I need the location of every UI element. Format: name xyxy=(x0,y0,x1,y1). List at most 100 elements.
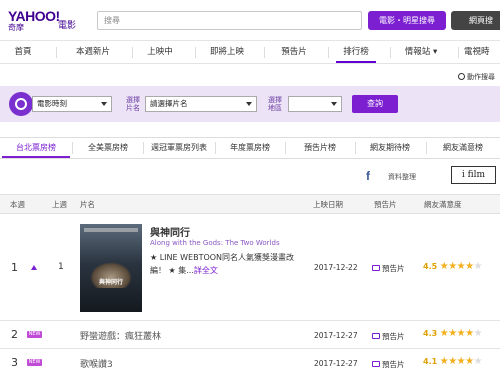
nav-divider xyxy=(328,47,329,58)
movie-label: 選擇 片名 xyxy=(126,96,140,112)
nav-divider xyxy=(195,47,196,58)
star-icon: ★ xyxy=(439,328,449,339)
trailer-link[interactable]: 預告片 xyxy=(372,331,405,342)
col-trailer: 預告片 xyxy=(374,200,397,209)
movie-select[interactable]: 請選擇片名 xyxy=(145,96,257,112)
rank: 1 xyxy=(11,261,18,274)
nav-now-showing[interactable]: 上映中 xyxy=(140,41,180,63)
tab-weekly-champions[interactable]: 週冠軍票房列表 xyxy=(144,138,214,158)
tab-annual-box-office[interactable]: 年度票房榜 xyxy=(216,138,284,158)
rating: 4.1 ★★★★★ xyxy=(423,356,483,367)
col-this-week: 本週 xyxy=(10,200,25,209)
star-icon: ★ xyxy=(448,356,457,367)
star-icon: ★ xyxy=(473,261,483,272)
movie-title[interactable]: 與神同行 xyxy=(150,224,190,239)
rank: 3 xyxy=(11,356,18,369)
search-input[interactable] xyxy=(98,12,361,29)
movie-poster[interactable]: 與神同行 xyxy=(80,224,142,312)
rating: 4.5 ★★★★★ xyxy=(423,261,483,272)
col-release-date: 上映日期 xyxy=(313,200,343,209)
rating: 4.3 ★★★★★ xyxy=(423,328,483,339)
arrow-up-icon xyxy=(31,265,37,270)
search-box xyxy=(97,11,362,30)
table-header: 本週 上週 片名 上映日期 預告片 網友滿意度 xyxy=(0,194,500,214)
star-icon: ★ xyxy=(448,261,457,272)
trailer-label: 預告片 xyxy=(382,360,405,369)
yahoo-logo[interactable]: YAHOO! 奇摩 電影 xyxy=(8,8,78,32)
chevron-down-icon xyxy=(246,102,252,106)
movie-english-title[interactable]: Along with the Gods: The Two Worlds xyxy=(150,239,280,247)
cinema-select-value: 電影時刻 xyxy=(37,99,67,108)
movie-title[interactable]: 歌喉讚3 xyxy=(80,357,113,370)
movie-select-value: 請選擇片名 xyxy=(150,99,188,108)
region-select[interactable] xyxy=(288,96,342,112)
read-more-link[interactable]: 詳全文 xyxy=(194,266,218,275)
star-icon: ★ xyxy=(465,261,474,272)
tab-trailer-chart[interactable]: 預告片榜 xyxy=(286,138,354,158)
star-icon: ★ xyxy=(473,328,483,339)
advanced-search-label: 動作搜尋 xyxy=(467,73,495,81)
trailer-link[interactable]: 預告片 xyxy=(372,359,405,370)
nav-coming-soon[interactable]: 即將上映 xyxy=(203,41,251,63)
query-button[interactable]: 查詢 xyxy=(352,95,398,113)
release-date: 2017-12-27 xyxy=(314,331,358,340)
nav-divider xyxy=(458,47,459,58)
rating-score: 4.3 xyxy=(423,329,438,338)
new-badge: NEW xyxy=(27,359,42,366)
star-icon: ★ xyxy=(465,328,474,339)
star-icon: ★ xyxy=(456,356,466,367)
chevron-down-icon: ▾ xyxy=(432,47,438,57)
nav-news[interactable]: 情報站 ▾ xyxy=(397,41,445,63)
col-title: 片名 xyxy=(80,200,95,209)
tab-most-anticipated[interactable]: 網友期待榜 xyxy=(356,138,424,158)
release-date: 2017-12-22 xyxy=(314,263,358,272)
tab-divider xyxy=(72,142,73,154)
page: YAHOO! 奇摩 電影 電影・明星搜尋 網頁搜 首頁 本週新片 上映中 即將上… xyxy=(0,0,500,379)
nav-divider xyxy=(56,47,57,58)
tab-us-box-office[interactable]: 全美票房榜 xyxy=(74,138,142,158)
magnifier-icon xyxy=(458,73,465,80)
nav-new-this-week[interactable]: 本週新片 xyxy=(66,41,120,63)
nav-trailers[interactable]: 預告片 xyxy=(274,41,314,63)
star-rating: ★★★★★ xyxy=(439,328,483,339)
rank: 2 xyxy=(11,328,18,341)
rating-score: 4.5 xyxy=(423,262,438,271)
logo-section: 電影 xyxy=(58,21,77,31)
nav-tv-times[interactable]: 電視時 xyxy=(464,41,500,63)
ifilm-logo[interactable]: i film xyxy=(451,166,496,184)
table-row: 1 1 與神同行 與神同行 Along with the Gods: The T… xyxy=(0,214,500,321)
star-icon: ★ xyxy=(456,261,466,272)
facebook-icon[interactable]: f xyxy=(366,170,375,182)
col-rating: 網友滿意度 xyxy=(424,200,462,209)
trailer-label: 預告片 xyxy=(382,332,405,341)
table-row: 3 NEW 歌喉讚3 2017-12-27 預告片 4.1 ★★★★★ xyxy=(0,349,500,379)
star-rating: ★★★★★ xyxy=(439,261,483,272)
nav-home[interactable]: 首頁 xyxy=(8,41,38,63)
nav-divider xyxy=(132,47,133,58)
rating-score: 4.1 xyxy=(423,357,438,366)
new-badge: NEW xyxy=(27,331,42,338)
play-icon xyxy=(372,361,380,367)
web-search-button[interactable]: 網頁搜 xyxy=(451,11,500,30)
cinema-select[interactable]: 電影時刻 xyxy=(32,96,112,112)
chevron-down-icon xyxy=(331,102,337,106)
nav-divider xyxy=(264,47,265,58)
tab-top-rated[interactable]: 網友滿意榜 xyxy=(428,138,498,158)
logo-sub: 奇摩 xyxy=(8,23,24,32)
movie-title[interactable]: 野蠻遊戲：瘋狂叢林 xyxy=(80,329,161,342)
advanced-search-link[interactable]: 動作搜尋 xyxy=(458,72,495,82)
star-rating: ★★★★★ xyxy=(440,356,483,367)
star-icon: ★ xyxy=(448,328,457,339)
chevron-down-icon xyxy=(101,102,107,106)
nav-charts[interactable]: 排行榜 xyxy=(336,41,376,63)
last-week-rank: 1 xyxy=(58,262,64,272)
description-text: ★ LINE WEBTOON同名人氣獲獎漫畫改編！ ★ 集... xyxy=(150,253,295,275)
trailer-link[interactable]: 預告片 xyxy=(372,263,405,274)
play-icon xyxy=(372,265,380,271)
star-icon: ★ xyxy=(439,261,449,272)
movie-description: ★ LINE WEBTOON同名人氣獲獎漫畫改編！ ★ 集...詳全文 xyxy=(150,251,310,277)
chart-tabs: 台北票房榜 全美票房榜 週冠軍票房列表 年度票房榜 預告片榜 網友期待榜 網友滿… xyxy=(0,137,500,159)
film-reel-icon xyxy=(9,92,33,116)
tab-taipei-box-office[interactable]: 台北票房榜 xyxy=(2,138,70,158)
movie-search-button[interactable]: 電影・明星搜尋 xyxy=(368,11,446,30)
